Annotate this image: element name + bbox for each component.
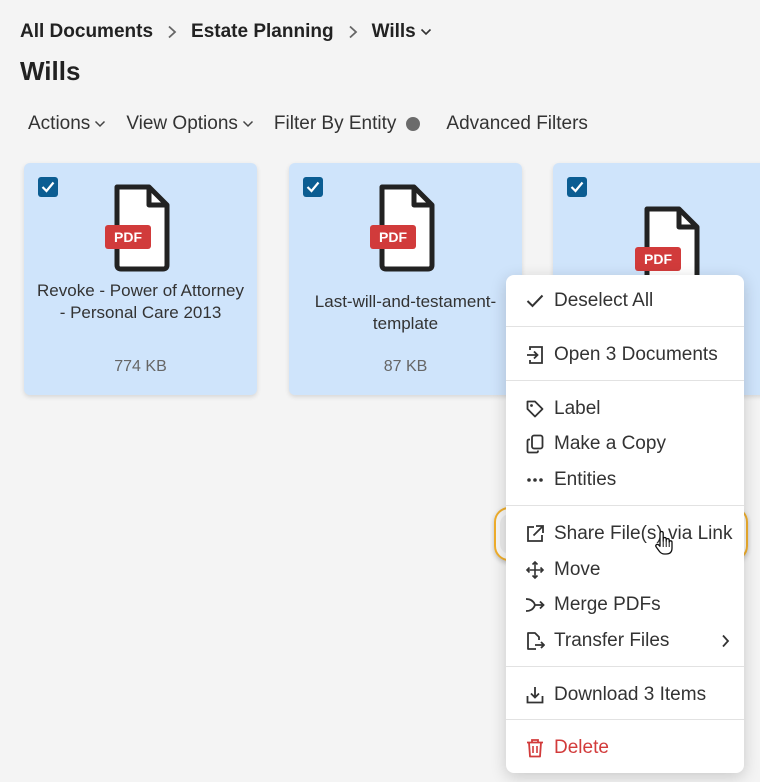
checkbox-checked-icon[interactable] <box>303 177 323 197</box>
transfer-icon <box>524 630 546 652</box>
menu-item-label: Merge PDFs <box>554 594 661 615</box>
file-card[interactable]: PDF Last-will-and-testament-template 87 … <box>289 163 522 395</box>
menu-item-share-via-link[interactable]: Share File(s) via Link <box>506 517 744 551</box>
divider <box>506 719 744 720</box>
actions-label: Actions <box>28 113 91 134</box>
menu-item-delete[interactable]: Delete <box>506 731 744 765</box>
file-name: Last-will-and-testament-template <box>314 292 497 333</box>
menu-item-entities[interactable]: Entities <box>506 463 744 497</box>
toolbar: Actions View Options Filter By Entity Ad… <box>28 110 608 138</box>
more-horizontal-icon <box>524 469 546 491</box>
menu-item-move[interactable]: Move <box>506 553 744 587</box>
chevron-right-icon <box>167 25 177 39</box>
chevron-right-icon <box>348 25 358 39</box>
trash-icon <box>524 737 546 759</box>
menu-item-label: Delete <box>554 737 609 758</box>
menu-item-label: Label <box>554 398 601 419</box>
chevron-down-icon <box>420 28 432 36</box>
context-menu: Deselect All Open 3 Documents Label Make… <box>506 275 744 773</box>
breadcrumb-current-dropdown[interactable]: Wills <box>372 21 432 43</box>
pdf-file-icon: PDF <box>104 184 169 272</box>
menu-item-open-documents[interactable]: Open 3 Documents <box>506 338 744 372</box>
file-name: Revoke - Power of Attorney - Personal Ca… <box>37 281 244 322</box>
menu-item-label: Download 3 Items <box>554 684 707 705</box>
view-options-dropdown[interactable]: View Options <box>126 113 254 135</box>
tag-icon <box>524 398 546 420</box>
menu-item-label: Make a Copy <box>554 433 666 454</box>
merge-icon <box>524 594 546 616</box>
menu-item-label: Entities <box>554 469 617 490</box>
divider <box>506 505 744 506</box>
actions-dropdown[interactable]: Actions <box>28 113 106 135</box>
menu-item-label: Share File(s) via Link <box>554 523 733 544</box>
breadcrumb-estate-planning[interactable]: Estate Planning <box>191 21 334 43</box>
file-size: 87 KB <box>383 358 428 375</box>
checkbox-checked-icon[interactable] <box>38 177 58 197</box>
move-icon <box>524 559 546 581</box>
breadcrumb: All Documents Estate Planning Wills <box>20 19 432 45</box>
checkbox-checked-icon[interactable] <box>567 177 587 197</box>
pdf-badge-text: PDF <box>379 229 407 245</box>
chevron-right-icon <box>721 632 730 654</box>
menu-item-make-a-copy[interactable]: Make a Copy <box>506 427 744 461</box>
hand-cursor-icon <box>655 530 673 555</box>
menu-item-label: Open 3 Documents <box>554 344 718 365</box>
chevron-down-icon <box>242 120 254 128</box>
pdf-badge-text: PDF <box>644 251 672 267</box>
breadcrumb-current-label: Wills <box>371 21 416 42</box>
open-document-icon <box>524 344 546 366</box>
menu-item-label: Transfer Files <box>554 630 670 651</box>
menu-item-merge-pdfs[interactable]: Merge PDFs <box>506 588 744 622</box>
menu-item-deselect-all[interactable]: Deselect All <box>506 284 744 318</box>
breadcrumb-all-documents[interactable]: All Documents <box>20 21 153 43</box>
filter-status-dot <box>406 117 421 131</box>
file-size: 774 KB <box>114 358 167 375</box>
menu-item-label: Move <box>554 559 601 580</box>
download-icon <box>524 684 546 706</box>
divider <box>506 380 744 381</box>
page-title: Wills <box>20 56 81 86</box>
filter-by-entity-label: Filter By Entity <box>273 113 397 134</box>
menu-item-transfer-files[interactable]: Transfer Files <box>506 624 744 658</box>
filter-by-entity-button[interactable]: Filter By Entity <box>273 113 421 135</box>
advanced-filters-button[interactable]: Advanced Filters <box>446 113 588 135</box>
menu-item-download[interactable]: Download 3 Items <box>506 678 744 712</box>
divider <box>506 666 744 667</box>
pdf-badge-text: PDF <box>114 229 142 245</box>
divider <box>506 326 744 327</box>
copy-icon <box>524 433 546 455</box>
file-card[interactable]: PDF Revoke - Power of Attorney - Persona… <box>24 163 257 395</box>
view-options-label: View Options <box>126 113 238 134</box>
chevron-down-icon <box>94 120 106 128</box>
check-icon <box>524 290 546 312</box>
menu-item-label-tag[interactable]: Label <box>506 392 744 426</box>
external-link-icon <box>524 523 546 545</box>
pdf-file-icon: PDF <box>369 184 434 272</box>
menu-item-label: Deselect All <box>554 290 654 311</box>
